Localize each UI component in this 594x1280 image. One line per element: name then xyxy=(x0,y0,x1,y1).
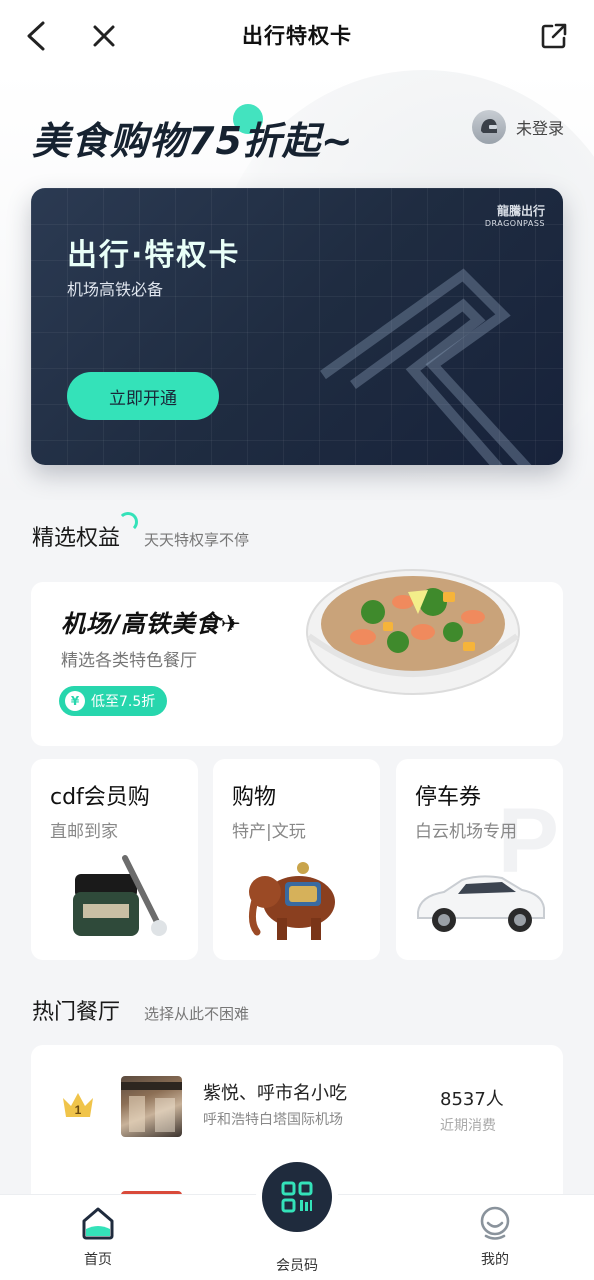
restaurants-subtitle: 选择从此不困难 xyxy=(144,1005,250,1023)
cdf-title: cdf会员购 xyxy=(50,785,150,810)
elephant-ornament-image xyxy=(213,850,380,950)
parking-subtitle: 白云机场专用 xyxy=(415,822,517,842)
parking-title: 停车券 xyxy=(415,785,482,810)
card-subtitle: 机场高铁必备 xyxy=(67,280,164,299)
section-subtitle: 天天特权享不停 xyxy=(144,531,250,549)
hero-slogan: 美食购物75折起~ xyxy=(32,119,354,163)
tab-member-code-label: 会员码 xyxy=(276,1258,318,1274)
avatar xyxy=(471,110,506,144)
title-accent-icon xyxy=(118,512,139,532)
shopping-title: 购物 xyxy=(232,785,277,810)
activate-button[interactable]: 立即开通 xyxy=(67,372,219,420)
consumer-count-label: 近期消费 xyxy=(440,1118,496,1134)
hero-section: 美食购物75折起~ 未登录 龍騰出行 DRAGONPASS 出行·特权卡 机场高… xyxy=(0,70,594,500)
back-arrow-icon[interactable] xyxy=(18,18,54,54)
food-subtitle: 精选各类特色餐厅 xyxy=(61,651,197,671)
login-label: 未登录 xyxy=(515,119,564,138)
consumer-count: 8537人 xyxy=(440,1089,504,1110)
parking-card[interactable]: P 停车券 白云机场专用 xyxy=(396,759,563,960)
login-button[interactable]: 未登录 xyxy=(471,110,564,144)
benefits-header: 精选权益 天天特权享不停 xyxy=(32,512,250,552)
food-benefit-card[interactable]: 机场/高铁美食✈ 精选各类特色餐厅 ¥ 低至7.5折 xyxy=(31,569,563,746)
tab-home-label: 首页 xyxy=(84,1252,112,1268)
privilege-card[interactable]: 龍騰出行 DRAGONPASS 出行·特权卡 机场高铁必备 立即开通 xyxy=(31,188,563,465)
close-icon[interactable] xyxy=(86,18,122,54)
car-image xyxy=(396,850,563,950)
discount-badge-text: 低至7.5折 xyxy=(91,694,156,710)
restaurants-header: 热门餐厅 选择从此不困难 xyxy=(32,994,249,1026)
page-title: 出行特权卡 xyxy=(242,24,352,48)
qr-code-icon xyxy=(281,1181,313,1213)
tab-mine-label: 我的 xyxy=(481,1252,509,1268)
discount-badge: ¥ 低至7.5折 xyxy=(59,686,168,716)
restaurant-name: 紫悦、呼市名小吃 xyxy=(203,1083,347,1104)
noodle-bowl-image xyxy=(306,569,520,695)
rank-number: 1 xyxy=(75,1103,82,1117)
brand-name-en: DRAGONPASS xyxy=(484,219,545,228)
brand-name-cn: 龍騰出行 xyxy=(496,204,545,218)
shopping-subtitle: 特产|文玩 xyxy=(232,822,306,842)
card-t-logo-icon xyxy=(320,268,532,465)
nav-bar: 出行特权卡 xyxy=(0,0,594,70)
card-title: 出行·特权卡 xyxy=(67,238,241,273)
tab-member-code[interactable]: 会员码 xyxy=(247,1251,347,1275)
benefits-title-text: 精选权益 xyxy=(32,526,121,551)
tab-mine[interactable]: 我的 xyxy=(445,1205,545,1269)
cdf-card[interactable]: cdf会员购 直邮到家 xyxy=(31,759,198,960)
yen-icon: ¥ xyxy=(65,691,85,711)
restaurant-thumbnail xyxy=(121,1076,182,1137)
tab-home[interactable]: 首页 xyxy=(48,1205,148,1269)
restaurants-title: 热门餐厅 xyxy=(32,1000,121,1025)
section-title: 精选权益 xyxy=(32,512,139,552)
food-title: 机场/高铁美食✈ xyxy=(61,610,242,638)
member-code-button[interactable] xyxy=(262,1162,332,1232)
restaurant-location: 呼和浩特白塔国际机场 xyxy=(203,1112,343,1128)
card-brand-logo: 龍騰出行 DRAGONPASS xyxy=(485,202,545,228)
shopping-card[interactable]: 购物 特产|文玩 xyxy=(213,759,380,960)
cream-jar-image xyxy=(31,850,198,950)
home-icon xyxy=(82,1207,114,1240)
crown-rank-icon: 1 xyxy=(63,1093,93,1117)
cdf-subtitle: 直邮到家 xyxy=(50,822,118,842)
share-icon[interactable] xyxy=(536,18,572,54)
profile-icon xyxy=(480,1206,510,1240)
